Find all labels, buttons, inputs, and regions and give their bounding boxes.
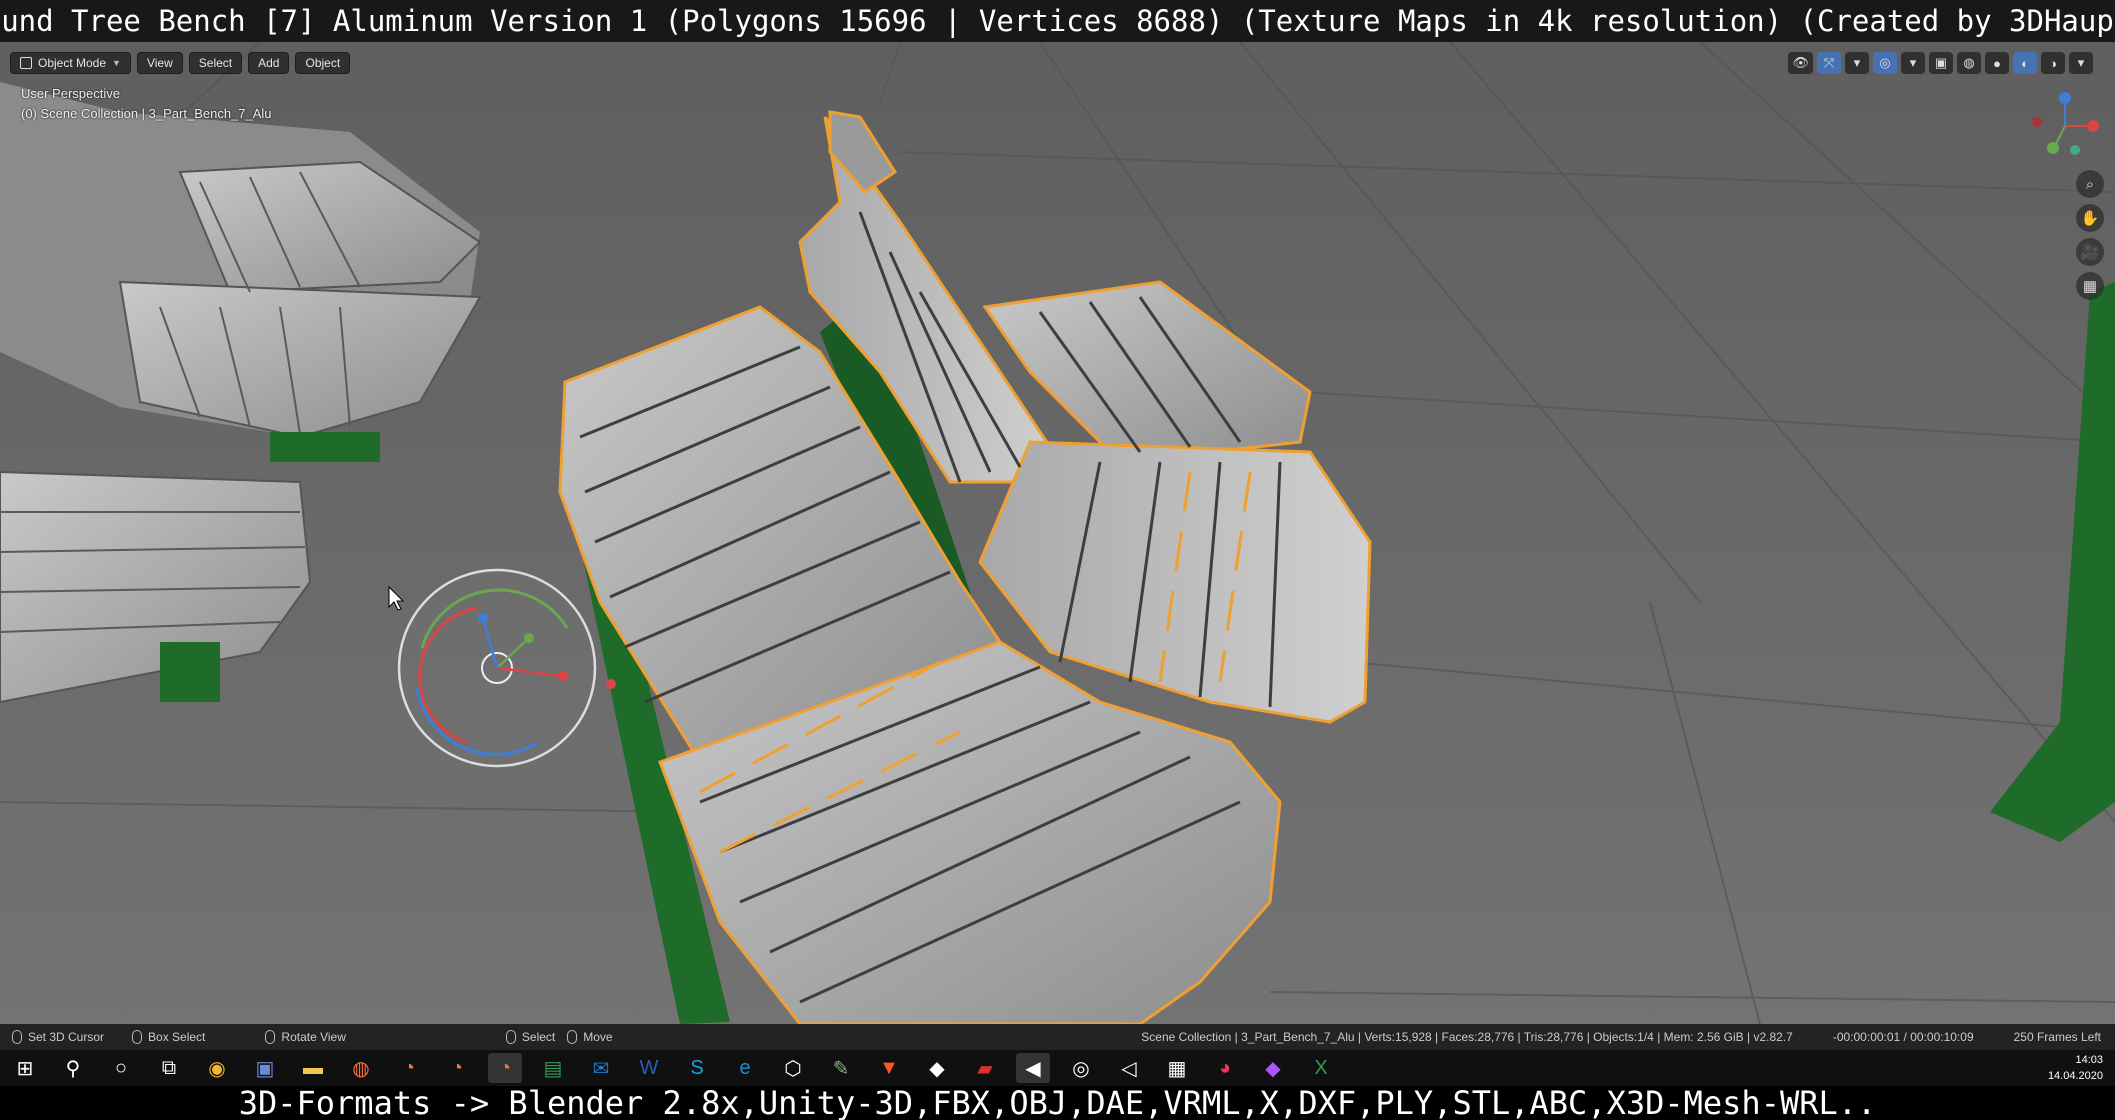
app-icon[interactable]: ✎ (824, 1053, 858, 1083)
mouse-middle-icon (265, 1030, 276, 1044)
file-explorer-icon[interactable]: ▬ (296, 1053, 330, 1083)
visibility-icon[interactable]: 👁 (1788, 52, 1813, 74)
wireframe-shading-icon[interactable]: ◍ (1957, 52, 1981, 74)
timecode: -00:00:00:01 / 00:00:10:09 (1832, 1030, 1974, 1044)
viewport-header: Object Mode ▼ View Select Add Object (10, 52, 351, 74)
search-icon[interactable]: ⚲ (56, 1053, 90, 1083)
menu-add[interactable]: Add (248, 52, 290, 74)
pin-icon[interactable]: ◆ (1256, 1053, 1290, 1083)
gizmo-toggle-icon[interactable]: ⤧ (1817, 52, 1841, 74)
status-hint-box-select: Box Select (132, 1030, 205, 1044)
chevron-down-icon[interactable]: ▾ (1901, 52, 1925, 74)
windows-taskbar: ⊞ ⚲ ○ ⧉ ◉ ▣ ▬ ◍ ◔ ◔ ◔ ▤ ✉ W S e ⬡ ✎ ▼ ◆ … (0, 1050, 2115, 1086)
taskbar-clock[interactable]: 14:03 14.04.2020 (2048, 1052, 2103, 1084)
save-icon[interactable]: ▣ (248, 1053, 282, 1083)
status-bar: Set 3D Cursor Box Select Rotate View Sel… (0, 1024, 2115, 1050)
menu-object[interactable]: Object (295, 52, 351, 74)
status-hint-move: Move (567, 1030, 613, 1044)
formats-text: 3D-Formats -> Blender 2.8x,Unity-3D,FBX,… (238, 1086, 1877, 1120)
blender-icon[interactable]: ◔ (488, 1053, 522, 1083)
brave-icon[interactable]: ▼ (872, 1053, 906, 1083)
frames-left: 250 Frames Left (2013, 1030, 2101, 1044)
perspective-label: User Perspective (21, 86, 120, 101)
camera-icon[interactable]: ◎ (1064, 1053, 1098, 1083)
edge-icon[interactable]: e (728, 1053, 762, 1083)
mouse-left-drag-icon (132, 1030, 143, 1044)
solid-shading-icon[interactable]: ● (1985, 52, 2009, 74)
status-stats: Scene Collection | 3_Part_Bench_7_Alu | … (1141, 1030, 2101, 1044)
chrome-canary-icon[interactable]: ◉ (200, 1053, 234, 1083)
mouse-left-icon (12, 1030, 22, 1044)
rendered-shading-icon[interactable]: ◑ (2041, 52, 2065, 74)
firefox-icon[interactable]: ◍ (344, 1053, 378, 1083)
calculator-icon[interactable]: ▦ (1160, 1053, 1194, 1083)
camera-view-icon[interactable]: 🎥 (2076, 238, 2104, 266)
menu-select[interactable]: Select (188, 52, 243, 74)
mode-label: Object Mode (38, 56, 107, 70)
3d-viewport[interactable]: Object Mode ▼ View Select Add Object Use… (0, 42, 2115, 1024)
viewport-shading-tools: 👁 ⤧ ▾ ◎ ▾ ▣ ◍ ● ◐ ◑ ▾ (1788, 52, 2093, 74)
material-shading-icon[interactable]: ◐ (2013, 52, 2037, 74)
video-title: Round Tree Bench [7] Aluminum Version 1 … (0, 4, 2115, 38)
pan-hand-icon[interactable]: ✋ (2076, 204, 2104, 232)
scene-render (0, 42, 2115, 1024)
clock-date: 14.04.2020 (2047, 1070, 2103, 1082)
visual-studio-icon[interactable]: ◀ (1016, 1053, 1050, 1083)
blender-icon[interactable]: ◔ (392, 1053, 426, 1083)
overlays-icon[interactable]: ◎ (1873, 52, 1897, 74)
status-hint-rotate-view: Rotate View (265, 1030, 346, 1044)
paint-icon[interactable]: ◕ (1208, 1053, 1242, 1083)
formats-banner: 3D-Formats -> Blender 2.8x,Unity-3D,FBX,… (0, 1086, 2115, 1120)
windows-icon[interactable]: ⊞ (8, 1053, 42, 1083)
navigation-gizmo[interactable] (2025, 86, 2105, 166)
zoom-icon[interactable]: ⌕ (2076, 170, 2104, 198)
outlook-icon[interactable]: ✉ (584, 1053, 618, 1083)
cortana-icon[interactable]: ○ (104, 1053, 138, 1083)
navigation-buttons: ⌕ ✋ 🎥 ▦ (2076, 170, 2104, 300)
marshmallow-icon[interactable]: ◁ (1112, 1053, 1146, 1083)
unity-icon[interactable]: ◆ (920, 1053, 954, 1083)
object-mode-icon (20, 57, 32, 69)
collection-label: (0) Scene Collection | 3_Part_Bench_7_Al… (21, 106, 272, 121)
clock-time: 14:03 (2075, 1054, 2103, 1066)
viewport-info: User Perspective (0) Scene Collection | … (21, 84, 272, 124)
video-title-banner: Round Tree Bench [7] Aluminum Version 1 … (0, 0, 2115, 42)
chevron-down-icon[interactable]: ▾ (2069, 52, 2093, 74)
status-hint-set-cursor: Set 3D Cursor (12, 1030, 104, 1044)
scene-stats: Scene Collection | 3_Part_Bench_7_Alu | … (1141, 1030, 1793, 1044)
mode-selector[interactable]: Object Mode ▼ (10, 52, 131, 74)
chevron-down-icon[interactable]: ▾ (1845, 52, 1869, 74)
mouse-drag-icon (567, 1030, 578, 1044)
task-view-icon[interactable]: ⧉ (152, 1053, 186, 1083)
spreadsheet-icon[interactable]: ▤ (536, 1053, 570, 1083)
chevron-down-icon: ▼ (112, 58, 121, 68)
ortho-grid-icon[interactable]: ▦ (2076, 272, 2104, 300)
mouse-right-icon (505, 1030, 516, 1044)
xray-icon[interactable]: ▣ (1929, 52, 1953, 74)
acrobat-icon[interactable]: ▰ (968, 1053, 1002, 1083)
menu-view[interactable]: View (136, 52, 183, 74)
word-icon[interactable]: W (632, 1053, 666, 1083)
blender-icon[interactable]: ◔ (440, 1053, 474, 1083)
skype-icon[interactable]: S (680, 1053, 714, 1083)
status-hint-select: Select (505, 1030, 555, 1044)
excel-icon[interactable]: X (1304, 1053, 1338, 1083)
cube-icon[interactable]: ⬡ (776, 1053, 810, 1083)
